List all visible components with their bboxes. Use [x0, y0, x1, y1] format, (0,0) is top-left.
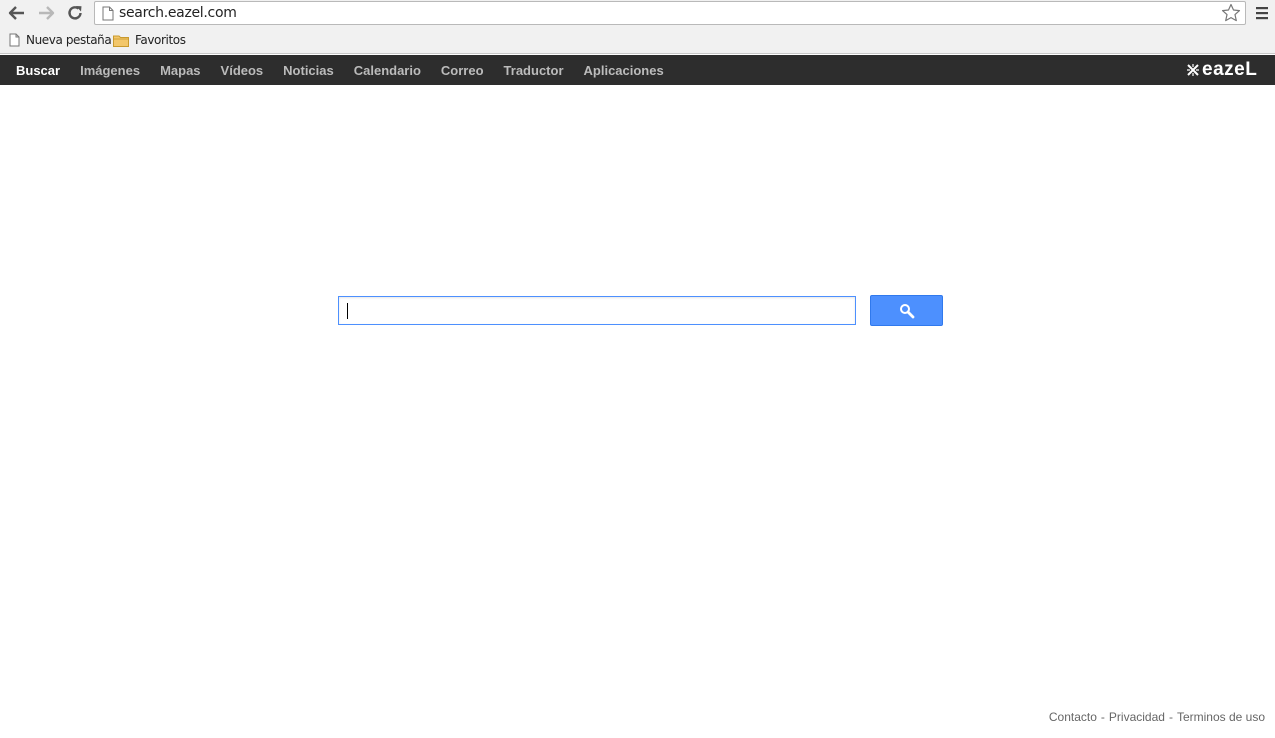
address-bar[interactable]: search.eazel.com — [94, 1, 1246, 25]
reload-button[interactable] — [64, 2, 86, 24]
nav-link-videos[interactable]: Vídeos — [221, 63, 264, 78]
browser-toolbar: search.eazel.com — [0, 0, 1275, 26]
bookmarks-bar: Nueva pestaña Favoritos — [0, 26, 1275, 54]
footer-link-terminos[interactable]: Terminos de uso — [1177, 710, 1265, 724]
nav-link-traductor[interactable]: Traductor — [504, 63, 564, 78]
folder-icon — [113, 35, 129, 47]
nav-link-calendario[interactable]: Calendario — [354, 63, 421, 78]
back-button[interactable] — [6, 2, 28, 24]
bookmark-favorites-folder[interactable]: Favoritos — [113, 31, 186, 49]
url-text: search.eazel.com — [119, 5, 237, 21]
arrow-left-icon — [8, 6, 24, 20]
nav-link-aplicaciones[interactable]: Aplicaciones — [584, 63, 664, 78]
nav-link-buscar[interactable]: Buscar — [16, 63, 60, 78]
footer-link-privacidad[interactable]: Privacidad — [1109, 710, 1165, 724]
hamburger-menu-icon — [1256, 7, 1268, 20]
bookmark-label: Favoritos — [135, 33, 186, 47]
eazel-logo-mark-icon — [1187, 64, 1199, 76]
search-input[interactable] — [338, 296, 856, 325]
nav-link-noticias[interactable]: Noticias — [283, 63, 334, 78]
forward-button[interactable] — [35, 2, 57, 24]
bookmark-label: Nueva pestaña — [26, 33, 112, 47]
browser-menu-button[interactable] — [1254, 4, 1270, 22]
nav-link-mapas[interactable]: Mapas — [160, 63, 200, 78]
nav-link-imagenes[interactable]: Imágenes — [80, 63, 140, 78]
search-icon — [899, 303, 914, 318]
footer-separator: - — [1100, 710, 1105, 724]
page-icon — [9, 33, 20, 47]
brand-name: eazeL — [1202, 59, 1258, 80]
page-icon — [102, 6, 114, 21]
search-button[interactable] — [870, 295, 943, 326]
nav-link-correo[interactable]: Correo — [441, 63, 484, 78]
text-caret — [347, 303, 348, 319]
reload-icon — [68, 6, 82, 20]
footer-links: Contacto - Privacidad - Terminos de uso — [1049, 710, 1265, 724]
arrow-right-icon — [39, 6, 55, 20]
eazel-logo[interactable]: eazeL — [1186, 59, 1258, 80]
bookmark-new-tab[interactable]: Nueva pestaña — [9, 31, 112, 49]
app-nav-items: Buscar Imágenes Mapas Vídeos Noticias Ca… — [16, 55, 684, 85]
footer-link-contacto[interactable]: Contacto — [1049, 710, 1097, 724]
app-nav-bar: Buscar Imágenes Mapas Vídeos Noticias Ca… — [0, 55, 1275, 85]
bookmark-star-icon[interactable] — [1221, 3, 1241, 23]
footer-separator: - — [1168, 710, 1173, 724]
